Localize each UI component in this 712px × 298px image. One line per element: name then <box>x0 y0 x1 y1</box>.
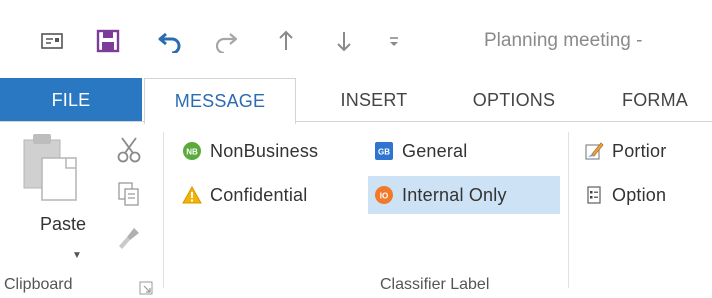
tab-insert[interactable]: INSERT <box>314 78 434 122</box>
clipboard-launcher-icon[interactable] <box>139 281 153 295</box>
clipboard-group-label: Clipboard <box>4 276 73 293</box>
ribbon-panel: Paste ▼ Clipboard NB NonBusiness GB Gene… <box>0 122 712 298</box>
portion-button[interactable]: Portior <box>578 132 676 170</box>
label-confidential-button[interactable]: Confidential <box>176 176 317 214</box>
redo-icon[interactable] <box>212 26 240 56</box>
group-separator <box>568 132 569 288</box>
save-icon[interactable] <box>94 26 122 56</box>
undo-icon[interactable] <box>156 26 184 56</box>
options-text: Option <box>612 184 667 205</box>
svg-text:NB: NB <box>186 148 198 157</box>
portion-text: Portior <box>612 140 667 161</box>
options-button[interactable]: Option <box>578 176 676 214</box>
svg-text:IO: IO <box>380 192 388 201</box>
quick-access-toolbar: Planning meeting - <box>0 0 712 78</box>
paste-label: Paste <box>40 214 87 234</box>
tab-options[interactable]: OPTIONS <box>446 78 582 122</box>
warning-triangle-icon <box>182 185 202 205</box>
classifier-group-label: Classifier Label <box>380 276 490 293</box>
down-arrow-icon[interactable] <box>330 26 358 56</box>
paste-dropdown-icon[interactable]: ▼ <box>72 250 82 261</box>
label-general-text: General <box>402 140 468 161</box>
tabs-divider <box>0 121 712 122</box>
format-painter-icon[interactable] <box>112 222 146 254</box>
up-arrow-icon[interactable] <box>272 26 300 56</box>
internal-only-badge-icon: IO <box>374 185 394 205</box>
nonbusiness-badge-icon: NB <box>182 141 202 161</box>
label-confidential-text: Confidential <box>210 184 308 205</box>
edit-document-icon <box>584 141 604 161</box>
label-nonbusiness-button[interactable]: NB NonBusiness <box>176 132 328 170</box>
cut-icon[interactable] <box>112 134 146 166</box>
tab-format[interactable]: FORMA <box>614 78 712 122</box>
label-nonbusiness-text: NonBusiness <box>210 140 319 161</box>
general-badge-icon: GB <box>374 141 394 161</box>
svg-text:GB: GB <box>378 148 390 157</box>
paste-icon <box>23 134 77 201</box>
copy-icon[interactable] <box>112 178 146 210</box>
customize-icon[interactable] <box>380 26 408 56</box>
label-general-button[interactable]: GB General <box>368 132 477 170</box>
mail-icon[interactable] <box>38 26 66 56</box>
ribbon-tabs: FILE MESSAGE INSERT OPTIONS FORMA <box>0 78 712 124</box>
paste-button[interactable]: Paste ▼ <box>18 130 96 262</box>
options-document-icon <box>584 185 604 205</box>
label-internal-only-button[interactable]: IO Internal Only <box>368 176 560 214</box>
tab-message[interactable]: MESSAGE <box>144 78 296 124</box>
group-separator <box>163 132 164 288</box>
label-internal-only-text: Internal Only <box>402 184 507 205</box>
window-title: Planning meeting - <box>484 30 643 51</box>
tab-file[interactable]: FILE <box>0 78 142 122</box>
